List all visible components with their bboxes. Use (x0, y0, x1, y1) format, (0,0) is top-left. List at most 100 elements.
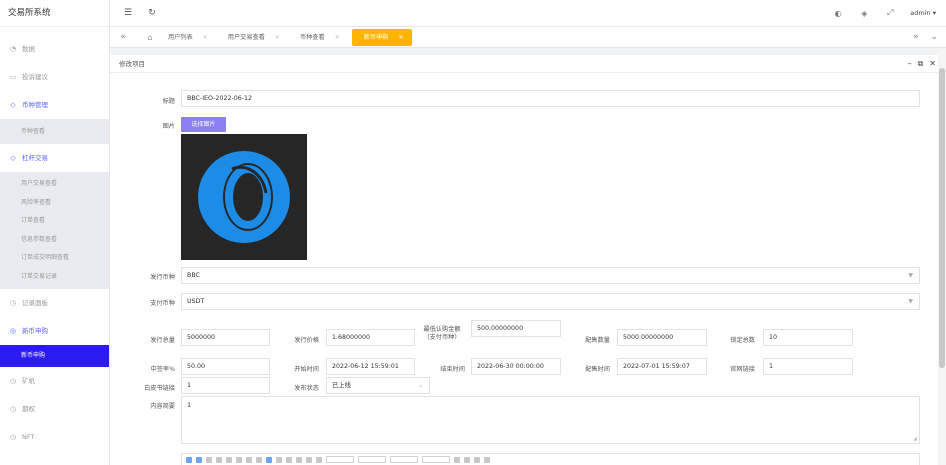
whitepaper-input[interactable]: 1 (181, 377, 270, 394)
fullscreen-icon[interactable]: ⤢ (884, 7, 896, 19)
editor-color-icon[interactable] (266, 456, 272, 463)
sidebar-item-options[interactable]: ◷ 期权 (0, 395, 109, 423)
editor-underline-icon[interactable] (226, 456, 232, 463)
close-icon[interactable]: ✕ (335, 27, 340, 48)
tabs-scroll-left-icon[interactable]: « (116, 32, 130, 42)
start-time-input[interactable]: 2022-06-12 15:59:01 (326, 358, 415, 375)
editor-size-select[interactable] (390, 456, 418, 463)
lock-input[interactable]: 10 (763, 329, 853, 346)
sidebar-item-miner[interactable]: ◷ 矿机 (0, 367, 109, 395)
sidebar-item-nft[interactable]: ◷ NFT (0, 423, 109, 451)
close-icon[interactable]: ✕ (203, 27, 208, 48)
title-input[interactable]: BBC-IEO-2022-06-12 (181, 90, 920, 107)
editor-sub-icon[interactable] (256, 456, 262, 463)
end-time-input[interactable]: 2022-06-30 00:00:00 (471, 358, 561, 375)
sidebar-subitem-user-trades[interactable]: 用户交易查看 (0, 175, 109, 194)
sidebar-item-feedback[interactable]: ▭ 投诉建议 (0, 63, 109, 91)
scrollbar-thumb[interactable] (939, 68, 945, 368)
tag-icon[interactable]: ◈ (858, 7, 870, 19)
pay-coin-label: 支付币种 (150, 300, 175, 307)
sidebar-subitem-coin-view[interactable]: 币种查看 (0, 119, 109, 144)
tabs-menu-icon[interactable]: ⌄ (930, 32, 938, 42)
sidebar-item-data[interactable]: ◔ 数据 (0, 35, 109, 63)
minimize-icon[interactable]: – (908, 55, 912, 73)
win-rate-input[interactable]: 50.00 (181, 358, 270, 375)
editor-font-select[interactable] (358, 456, 386, 463)
editor-undo-icon[interactable] (186, 456, 192, 463)
card-controls: – ⧉ ✕ (908, 55, 936, 73)
sidebar: 交易所系统 ◔ 数据 ▭ 投诉建议 ◇ 币种管理 币种查看 ◇ 杠杆交易 用户交… (0, 0, 110, 465)
tab-user-trades[interactable]: 用户交易查看 ✕ (216, 27, 288, 48)
editor-link-icon[interactable] (316, 456, 322, 463)
editor-bold-icon[interactable] (206, 456, 212, 463)
sidebar-subitem-params[interactable]: 信息参数查看 (0, 231, 109, 250)
sidebar-item-coin-manage[interactable]: ◇ 币种管理 (0, 91, 109, 119)
sidebar-item-new-coin[interactable]: ◎ 新币申购 (0, 317, 109, 345)
sidebar-subitem-trade-log[interactable]: 订单交易记录 (0, 268, 109, 287)
diamond-icon: ◇ (10, 101, 16, 109)
total-input[interactable]: 5000000 (181, 329, 270, 346)
total-label: 发行总量 (150, 337, 175, 344)
content-textarea[interactable]: 1 ◢ (181, 396, 920, 444)
choose-image-button[interactable]: 选择图片 (181, 117, 226, 132)
tab-coin-view[interactable]: 币种查看 ✕ (288, 27, 348, 48)
card-header: 修改项目 – ⧉ ✕ (110, 55, 940, 73)
editor-list-icon[interactable] (286, 456, 292, 463)
sidebar-item-records[interactable]: ◷ 记录面板 (0, 289, 109, 317)
sidebar-item-leverage[interactable]: ◇ 杠杆交易 (0, 144, 109, 172)
tabs-scroll-right-icon[interactable]: » (913, 32, 919, 42)
user-menu[interactable]: admin ▾ (910, 9, 936, 17)
home-icon[interactable]: ⌂ (144, 33, 156, 42)
editor-strike-icon[interactable] (236, 456, 242, 463)
tab-user-list[interactable]: 用户列表 ✕ (156, 27, 216, 48)
submenu-leverage: 用户交易查看 风险率查看 订单查看 信息参数查看 订单成交明细查看 订单交易记录 (0, 172, 109, 289)
submenu-new-coin: 新币申购 (0, 345, 109, 367)
close-icon[interactable]: ✕ (398, 29, 403, 46)
theme-icon[interactable]: ◐ (832, 7, 844, 19)
editor-fullscreen-icon[interactable] (484, 456, 490, 463)
editor-align-icon[interactable] (306, 456, 312, 463)
sidebar-item-label: NFT (22, 433, 35, 441)
clock-icon: ◷ (9, 377, 17, 385)
maximize-icon[interactable]: ⧉ (918, 55, 924, 73)
tabs-bar: « ⌂ 用户列表 ✕ 用户交易查看 ✕ 币种查看 ✕ 新币申购 ✕ » ⌄ (110, 27, 946, 48)
editor-code-icon[interactable] (474, 456, 480, 463)
status-select[interactable]: 已上线 ⌄ (326, 377, 430, 394)
close-icon[interactable]: ✕ (275, 27, 280, 48)
min-amount-input[interactable]: 500.00000000 (471, 320, 561, 337)
close-icon[interactable]: ✕ (929, 55, 936, 73)
editor-italic-icon[interactable] (216, 456, 222, 463)
start-time-label: 开始时间 (294, 366, 319, 373)
pay-coin-select[interactable]: USDT ▼ (181, 293, 920, 310)
editor-image-icon[interactable] (454, 456, 460, 463)
resize-handle-icon[interactable]: ◢ (913, 436, 917, 442)
editor-quote-icon[interactable] (276, 456, 282, 463)
alloc-qty-input[interactable]: 5000.00000000 (617, 329, 707, 346)
editor-sup-icon[interactable] (246, 456, 252, 463)
sidebar-subitem-risk-rate[interactable]: 风险率查看 (0, 194, 109, 213)
sidebar-subitem-new-coin[interactable]: 新币申购 (0, 345, 109, 367)
alloc-time-input[interactable]: 2022-07-01 15:59:07 (617, 358, 707, 375)
clock-icon: ◷ (9, 299, 17, 307)
site-link-input[interactable]: 1 (763, 358, 853, 375)
lock-label: 锁定总数 (730, 337, 755, 344)
sidebar-item-label: 投诉建议 (22, 73, 48, 81)
sidebar-item-label: 矿机 (22, 377, 35, 385)
menu-toggle-icon[interactable]: ☰ (122, 7, 134, 19)
sidebar-subitem-fills[interactable]: 订单成交明细查看 (0, 249, 109, 268)
refresh-icon[interactable]: ↻ (146, 7, 158, 19)
status-label: 发布状态 (294, 385, 319, 392)
top-bar-right: ◐ ◈ ⤢ admin ▾ (832, 7, 946, 19)
price-input[interactable]: 1.68000000 (326, 329, 415, 346)
editor-format-select[interactable] (326, 456, 354, 463)
editor-redo-icon[interactable] (196, 456, 202, 463)
editor-indent-icon[interactable] (296, 456, 302, 463)
sidebar-subitem-orders[interactable]: 订单查看 (0, 212, 109, 231)
tab-label: 币种查看 (299, 33, 325, 41)
editor-table-icon[interactable] (464, 456, 470, 463)
editor-lineheight-select[interactable] (422, 456, 450, 463)
message-icon: ▭ (9, 73, 17, 81)
tab-new-coin[interactable]: 新币申购 ✕ (351, 28, 412, 46)
issue-coin-select[interactable]: BBC ▼ (181, 267, 920, 284)
page-scrollbar[interactable] (938, 48, 946, 465)
